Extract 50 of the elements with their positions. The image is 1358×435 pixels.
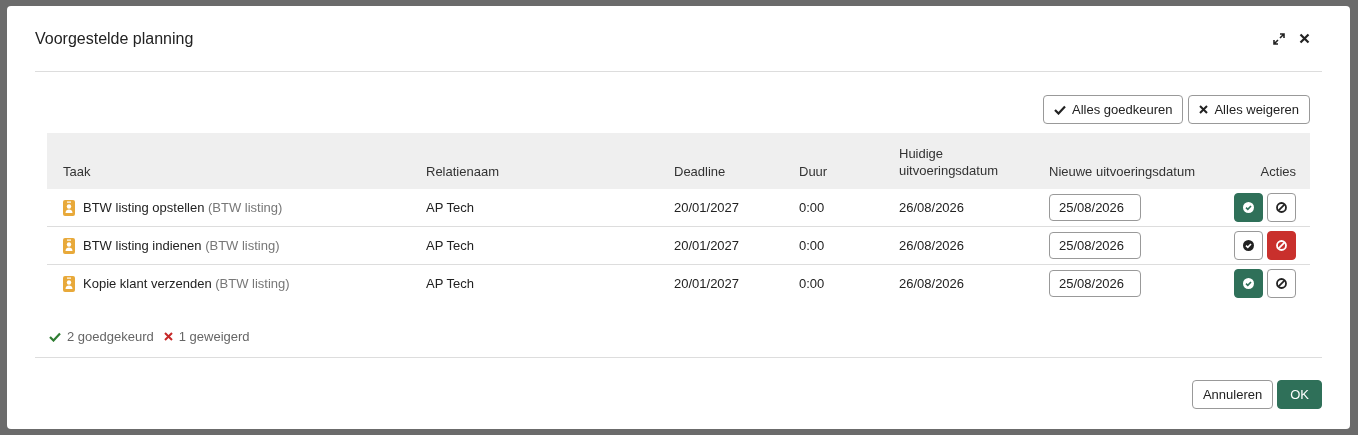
column-header: Nieuwe uitvoeringsdatum [1049,164,1196,179]
date-input-field[interactable]: 25/08/2026 [1049,194,1141,221]
check-icon [1054,104,1066,115]
bulk-action-button[interactable]: Alles weigeren [1188,95,1310,124]
summary-count: 2 goedgekeurd [67,329,154,344]
table-cell-text: 26/08/2026 [899,276,966,291]
prohibited-icon [1276,202,1287,213]
task-name: BTW listing opstellen (BTW listing) [83,200,283,215]
column-header: Deadline [674,164,727,179]
table-cell-text: 20/01/2027 [674,200,741,215]
expand-icon[interactable] [1273,32,1285,45]
table-cell-text: 26/08/2026 [899,238,966,253]
prohibited-icon [1276,240,1287,251]
column-header: Duur [799,164,829,179]
dialog-title: Voorgestelde planning [35,29,194,48]
column-header: Huidige uitvoeringsdatum [899,145,999,179]
task-name: BTW listing indienen (BTW listing) [83,238,280,253]
task-name: Kopie klant verzenden (BTW listing) [83,276,290,291]
column-header: Taak [62,164,92,179]
check-icon [49,331,61,342]
table-cell-text: 0:00 [799,276,826,291]
check-circle-icon [1243,278,1254,289]
cancel-button[interactable]: Annuleren [1191,380,1274,409]
column-header: Acties [1260,164,1297,179]
close-icon[interactable] [1299,33,1310,44]
table-cell-text: 0:00 [799,238,826,253]
check-circle-icon [1243,240,1254,251]
table-cell-text: AP Tech [426,200,475,215]
date-input-field[interactable]: 25/08/2026 [1049,232,1141,259]
table-cell-text: AP Tech [426,276,475,291]
date-input-field[interactable]: 25/08/2026 [1049,270,1141,297]
cross-icon [1199,105,1209,114]
cross-icon [163,332,173,341]
prohibited-icon [1276,278,1287,289]
table-cell-text: 26/08/2026 [899,200,966,215]
person-card-icon [63,275,75,292]
table-cell-text: 20/01/2027 [674,238,741,253]
ok-button[interactable]: OK [1277,380,1322,409]
table-cell-text: 0:00 [799,200,826,215]
approve-button[interactable] [1234,231,1263,260]
check-circle-icon [1243,202,1254,213]
table-cell-text: AP Tech [426,238,475,253]
person-card-icon [63,237,75,254]
person-card-icon [63,199,75,216]
column-header: Relatienaam [426,164,500,179]
reject-button[interactable] [1267,193,1296,222]
reject-button[interactable] [1267,269,1296,298]
table-cell-text: 20/01/2027 [674,276,741,291]
bulk-action-button[interactable]: Alles goedkeuren [1043,95,1184,124]
summary-count: 1 geweigerd [178,329,250,344]
